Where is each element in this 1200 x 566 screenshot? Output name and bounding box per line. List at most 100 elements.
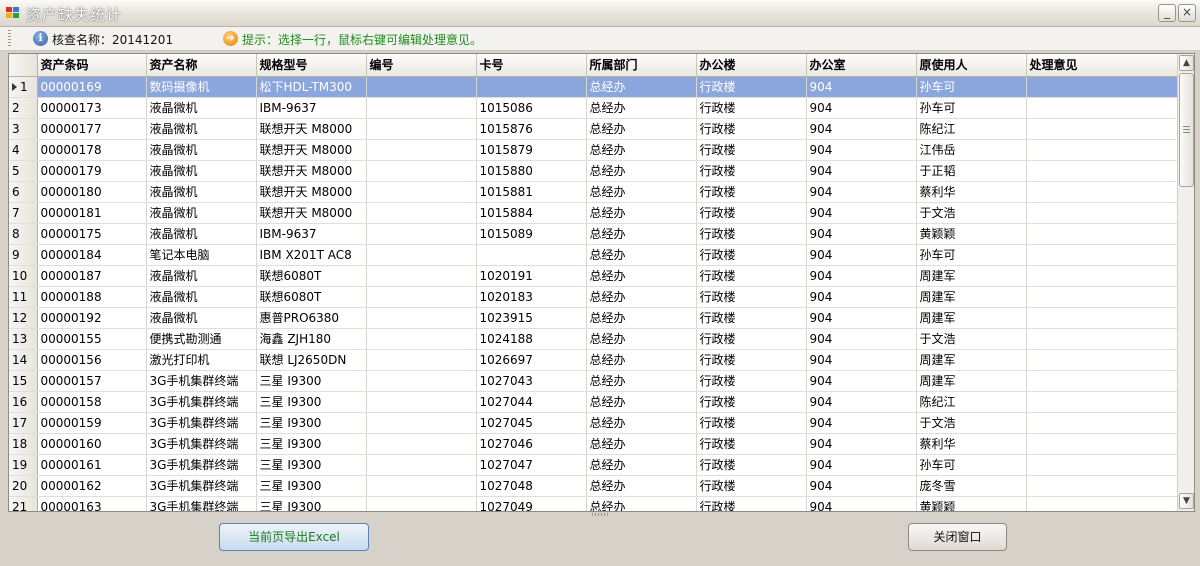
table-cell[interactable]	[366, 370, 477, 392]
row-header[interactable]: 11	[9, 286, 38, 308]
table-cell[interactable]	[366, 244, 477, 266]
table-cell[interactable]: 三星 I9300	[256, 496, 367, 511]
table-cell[interactable]: 陈纪江	[916, 391, 1027, 413]
table-row[interactable]: 4 00000178 液晶微机 联想开天 M8000 1015879 总经办 行政楼 904 江…	[9, 139, 1178, 161]
table-cell[interactable]: 行政楼	[696, 76, 807, 98]
table-cell[interactable]: 904	[806, 244, 917, 266]
row-header[interactable]: 8	[9, 223, 38, 245]
table-cell[interactable]: 行政楼	[696, 496, 807, 511]
table-cell[interactable]: 三星 I9300	[256, 391, 367, 413]
row-header[interactable]: 18	[9, 433, 38, 455]
table-cell[interactable]: 激光打印机	[146, 349, 257, 371]
table-cell[interactable]: 总经办	[586, 244, 697, 266]
table-cell[interactable]: IBM-9637	[256, 223, 367, 245]
table-row[interactable]: 20 00000162 3G手机集群终端 三星 I9300 1027048 总经办 行政楼 9…	[9, 475, 1178, 497]
table-cell[interactable]: 总经办	[586, 370, 697, 392]
table-cell[interactable]: IBM-9637	[256, 97, 367, 119]
table-cell[interactable]: 00000188	[37, 286, 147, 308]
table-cell[interactable]: 行政楼	[696, 160, 807, 182]
table-cell[interactable]	[1026, 181, 1178, 203]
table-cell[interactable]: 总经办	[586, 76, 697, 98]
table-row[interactable]: 2 00000173 液晶微机 IBM-9637 1015086 总经办 行政楼 904 孙车可	[9, 97, 1178, 119]
table-cell[interactable]: 3G手机集群终端	[146, 454, 257, 476]
table-row[interactable]: 19 00000161 3G手机集群终端 三星 I9300 1027047 总经办 行政楼 9…	[9, 454, 1178, 476]
table-cell[interactable]	[366, 139, 477, 161]
column-header[interactable]: 卡号	[476, 54, 587, 77]
table-cell[interactable]: 行政楼	[696, 202, 807, 224]
table-cell[interactable]: 00000184	[37, 244, 147, 266]
column-header[interactable]: 原使用人	[916, 54, 1027, 77]
table-cell[interactable]: 总经办	[586, 496, 697, 511]
table-cell[interactable]: 3G手机集群终端	[146, 475, 257, 497]
table-cell[interactable]: 00000159	[37, 412, 147, 434]
table-cell[interactable]: 行政楼	[696, 181, 807, 203]
table-cell[interactable]: 行政楼	[696, 265, 807, 287]
table-cell[interactable]: 904	[806, 118, 917, 140]
scroll-down-button[interactable]: ▼	[1179, 493, 1194, 509]
table-cell[interactable]: 行政楼	[696, 475, 807, 497]
minimize-button[interactable]: _	[1158, 4, 1176, 22]
table-cell[interactable]: 三星 I9300	[256, 475, 367, 497]
row-header[interactable]: 12	[9, 307, 38, 329]
table-cell[interactable]: 行政楼	[696, 244, 807, 266]
vertical-scrollbar[interactable]: ▲ ▼	[1177, 54, 1194, 511]
table-row[interactable]: 1 00000169 数码摄像机 松下HDL-TM300 总经办 行政楼 904 孙车可	[9, 76, 1178, 98]
table-cell[interactable]: 总经办	[586, 139, 697, 161]
table-cell[interactable]: 于文浩	[916, 412, 1027, 434]
table-cell[interactable]: 1015884	[476, 202, 587, 224]
table-cell[interactable]: 行政楼	[696, 307, 807, 329]
table-row[interactable]: 10 00000187 液晶微机 联想6080T 1020191 总经办 行政楼 904 周建军	[9, 265, 1178, 287]
table-cell[interactable]: 周建军	[916, 349, 1027, 371]
column-header[interactable]: 编号	[366, 54, 477, 77]
table-cell[interactable]	[1026, 160, 1178, 182]
table-cell[interactable]	[1026, 139, 1178, 161]
row-header[interactable]: 6	[9, 181, 38, 203]
table-cell[interactable]	[366, 265, 477, 287]
table-cell[interactable]: 904	[806, 370, 917, 392]
row-header[interactable]: 1	[9, 76, 38, 98]
table-row[interactable]: 7 00000181 液晶微机 联想开天 M8000 1015884 总经办 行政楼 904 于…	[9, 202, 1178, 224]
column-header[interactable]: 所属部门	[586, 54, 697, 77]
table-cell[interactable]: 行政楼	[696, 433, 807, 455]
row-header[interactable]: 5	[9, 160, 38, 182]
table-cell[interactable]	[1026, 328, 1178, 350]
table-cell[interactable]: 行政楼	[696, 286, 807, 308]
table-cell[interactable]: 总经办	[586, 454, 697, 476]
table-cell[interactable]	[1026, 223, 1178, 245]
table-cell[interactable]: 联想6080T	[256, 265, 367, 287]
column-header[interactable]: 办公室	[806, 54, 917, 77]
table-cell[interactable]	[366, 181, 477, 203]
table-cell[interactable]: 00000175	[37, 223, 147, 245]
table-cell[interactable]: 总经办	[586, 349, 697, 371]
table-cell[interactable]: 1027044	[476, 391, 587, 413]
table-cell[interactable]: 液晶微机	[146, 307, 257, 329]
table-cell[interactable]: 总经办	[586, 391, 697, 413]
table-cell[interactable]	[1026, 97, 1178, 119]
table-cell[interactable]	[1026, 412, 1178, 434]
table-cell[interactable]	[366, 328, 477, 350]
table-cell[interactable]: 1020191	[476, 265, 587, 287]
table-row[interactable]: 8 00000175 液晶微机 IBM-9637 1015089 总经办 行政楼 904 黄颖颖	[9, 223, 1178, 245]
table-cell[interactable]: 00000178	[37, 139, 147, 161]
table-row[interactable]: 18 00000160 3G手机集群终端 三星 I9300 1027046 总经办 行政楼 9…	[9, 433, 1178, 455]
table-row[interactable]: 17 00000159 3G手机集群终端 三星 I9300 1027045 总经办 行政楼 9…	[9, 412, 1178, 434]
table-cell[interactable]: 联想开天 M8000	[256, 118, 367, 140]
column-header[interactable]: 资产名称	[146, 54, 257, 77]
table-cell[interactable]: 液晶微机	[146, 286, 257, 308]
table-cell[interactable]: 总经办	[586, 307, 697, 329]
table-cell[interactable]	[1026, 454, 1178, 476]
table-cell[interactable]: 联想 LJ2650DN	[256, 349, 367, 371]
table-cell[interactable]: 904	[806, 202, 917, 224]
table-cell[interactable]: 松下HDL-TM300	[256, 76, 367, 98]
table-cell[interactable]: 904	[806, 97, 917, 119]
table-cell[interactable]: 便携式勘测通	[146, 328, 257, 350]
table-row[interactable]: 15 00000157 3G手机集群终端 三星 I9300 1027043 总经办 行政楼 9…	[9, 370, 1178, 392]
table-cell[interactable]: 行政楼	[696, 412, 807, 434]
table-cell[interactable]: IBM X201T AC8	[256, 244, 367, 266]
table-cell[interactable]: 三星 I9300	[256, 454, 367, 476]
table-cell[interactable]: 孙车可	[916, 244, 1027, 266]
table-cell[interactable]: 于文浩	[916, 202, 1027, 224]
table-cell[interactable]: 于文浩	[916, 328, 1027, 350]
table-row[interactable]: 12 00000192 液晶微机 惠普PRO6380 1023915 总经办 行政楼 904 周…	[9, 307, 1178, 329]
table-cell[interactable]: 1026697	[476, 349, 587, 371]
